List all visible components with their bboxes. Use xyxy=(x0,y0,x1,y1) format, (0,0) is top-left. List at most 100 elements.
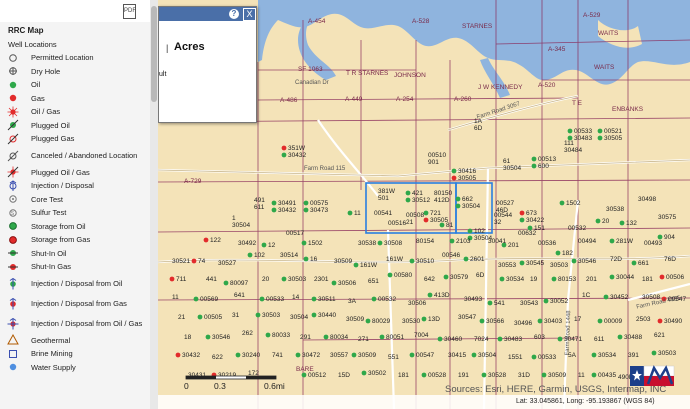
well-marker[interactable] xyxy=(651,350,657,356)
well-marker[interactable] xyxy=(451,175,457,181)
well-marker[interactable] xyxy=(499,276,505,282)
well-marker[interactable] xyxy=(353,262,359,268)
well-marker[interactable] xyxy=(405,197,411,203)
well-marker[interactable] xyxy=(365,318,371,324)
well-marker[interactable] xyxy=(619,220,625,226)
well-marker[interactable] xyxy=(541,372,547,378)
well-marker[interactable] xyxy=(597,128,603,134)
close-icon[interactable]: X xyxy=(243,8,256,21)
well-marker[interactable] xyxy=(405,190,411,196)
well-marker[interactable] xyxy=(531,354,537,360)
well-marker[interactable] xyxy=(295,352,301,358)
well-marker[interactable] xyxy=(603,294,609,300)
well-marker[interactable] xyxy=(371,296,377,302)
well-marker[interactable] xyxy=(271,200,277,206)
well-marker[interactable] xyxy=(303,207,309,213)
well-marker[interactable] xyxy=(427,292,433,298)
well-marker[interactable] xyxy=(377,240,383,246)
sidebar-scrollbar-thumb[interactable] xyxy=(151,6,157,102)
well-marker[interactable] xyxy=(255,312,261,318)
well-marker[interactable] xyxy=(657,318,663,324)
well-marker[interactable] xyxy=(519,260,525,266)
well-marker[interactable] xyxy=(281,276,287,282)
well-marker[interactable] xyxy=(531,156,537,162)
well-marker[interactable] xyxy=(191,258,197,264)
well-marker[interactable] xyxy=(169,276,175,282)
well-marker[interactable] xyxy=(301,240,307,246)
well-marker[interactable] xyxy=(531,163,537,169)
well-marker[interactable] xyxy=(471,352,477,358)
well-marker[interactable] xyxy=(591,372,597,378)
well-marker[interactable] xyxy=(323,334,329,340)
well-marker[interactable] xyxy=(519,217,525,223)
well-marker[interactable] xyxy=(451,168,457,174)
well-marker[interactable] xyxy=(597,318,603,324)
well-marker[interactable] xyxy=(657,234,663,240)
well-marker[interactable] xyxy=(281,145,287,151)
well-marker[interactable] xyxy=(455,196,461,202)
well-marker[interactable] xyxy=(423,210,429,216)
well-marker[interactable] xyxy=(555,250,561,256)
identify-popup[interactable]: ? X | Acres ult xyxy=(158,6,257,123)
well-marker[interactable] xyxy=(609,274,615,280)
well-marker[interactable] xyxy=(247,252,253,258)
well-marker[interactable] xyxy=(175,352,181,358)
well-marker[interactable] xyxy=(281,152,287,158)
well-marker[interactable] xyxy=(437,336,443,342)
well-marker[interactable] xyxy=(303,200,309,206)
well-marker[interactable] xyxy=(311,296,317,302)
well-marker[interactable] xyxy=(591,352,597,358)
well-marker[interactable] xyxy=(261,242,267,248)
well-marker[interactable] xyxy=(557,336,563,342)
well-marker[interactable] xyxy=(409,258,415,264)
well-marker[interactable] xyxy=(301,372,307,378)
well-marker[interactable] xyxy=(543,298,549,304)
well-marker[interactable] xyxy=(597,135,603,141)
well-marker[interactable] xyxy=(467,228,473,234)
well-marker[interactable] xyxy=(479,318,485,324)
well-marker[interactable] xyxy=(271,207,277,213)
help-icon[interactable]: ? xyxy=(229,9,239,19)
well-marker[interactable] xyxy=(331,280,337,286)
well-marker[interactable] xyxy=(379,334,385,340)
well-marker[interactable] xyxy=(449,238,455,244)
well-marker[interactable] xyxy=(497,336,503,342)
well-marker[interactable] xyxy=(631,260,637,266)
well-marker[interactable] xyxy=(235,352,241,358)
well-marker[interactable] xyxy=(571,258,577,264)
well-marker[interactable] xyxy=(197,314,203,320)
well-marker[interactable] xyxy=(347,210,353,216)
well-marker[interactable] xyxy=(193,296,199,302)
well-marker[interactable] xyxy=(455,203,461,209)
well-marker[interactable] xyxy=(559,200,565,206)
well-marker[interactable] xyxy=(421,372,427,378)
well-marker[interactable] xyxy=(223,280,229,286)
well-marker[interactable] xyxy=(595,218,601,224)
well-marker[interactable] xyxy=(423,217,429,223)
well-marker[interactable] xyxy=(463,256,469,262)
well-marker[interactable] xyxy=(351,352,357,358)
well-marker[interactable] xyxy=(311,312,317,318)
pdf-export-icon[interactable]: PDF xyxy=(123,4,136,19)
well-marker[interactable] xyxy=(609,238,615,244)
well-marker[interactable] xyxy=(409,352,415,358)
well-marker[interactable] xyxy=(519,210,525,216)
well-marker[interactable] xyxy=(265,332,271,338)
well-marker[interactable] xyxy=(421,316,427,322)
well-marker[interactable] xyxy=(443,274,449,280)
well-marker[interactable] xyxy=(537,318,543,324)
well-marker[interactable] xyxy=(387,272,393,278)
well-marker[interactable] xyxy=(617,334,623,340)
well-marker[interactable] xyxy=(361,370,367,376)
well-marker[interactable] xyxy=(259,296,265,302)
well-marker[interactable] xyxy=(551,276,557,282)
well-marker[interactable] xyxy=(303,256,309,262)
well-marker[interactable] xyxy=(659,274,665,280)
well-marker[interactable] xyxy=(203,237,209,243)
popup-titlebar[interactable]: ? X xyxy=(159,7,256,21)
well-marker[interactable] xyxy=(481,372,487,378)
well-marker[interactable] xyxy=(205,334,211,340)
map-view[interactable]: A-454 A-528 STARNES WAITS A-529 A-345 SF… xyxy=(158,0,690,409)
well-marker[interactable] xyxy=(567,128,573,134)
well-marker[interactable] xyxy=(487,300,493,306)
